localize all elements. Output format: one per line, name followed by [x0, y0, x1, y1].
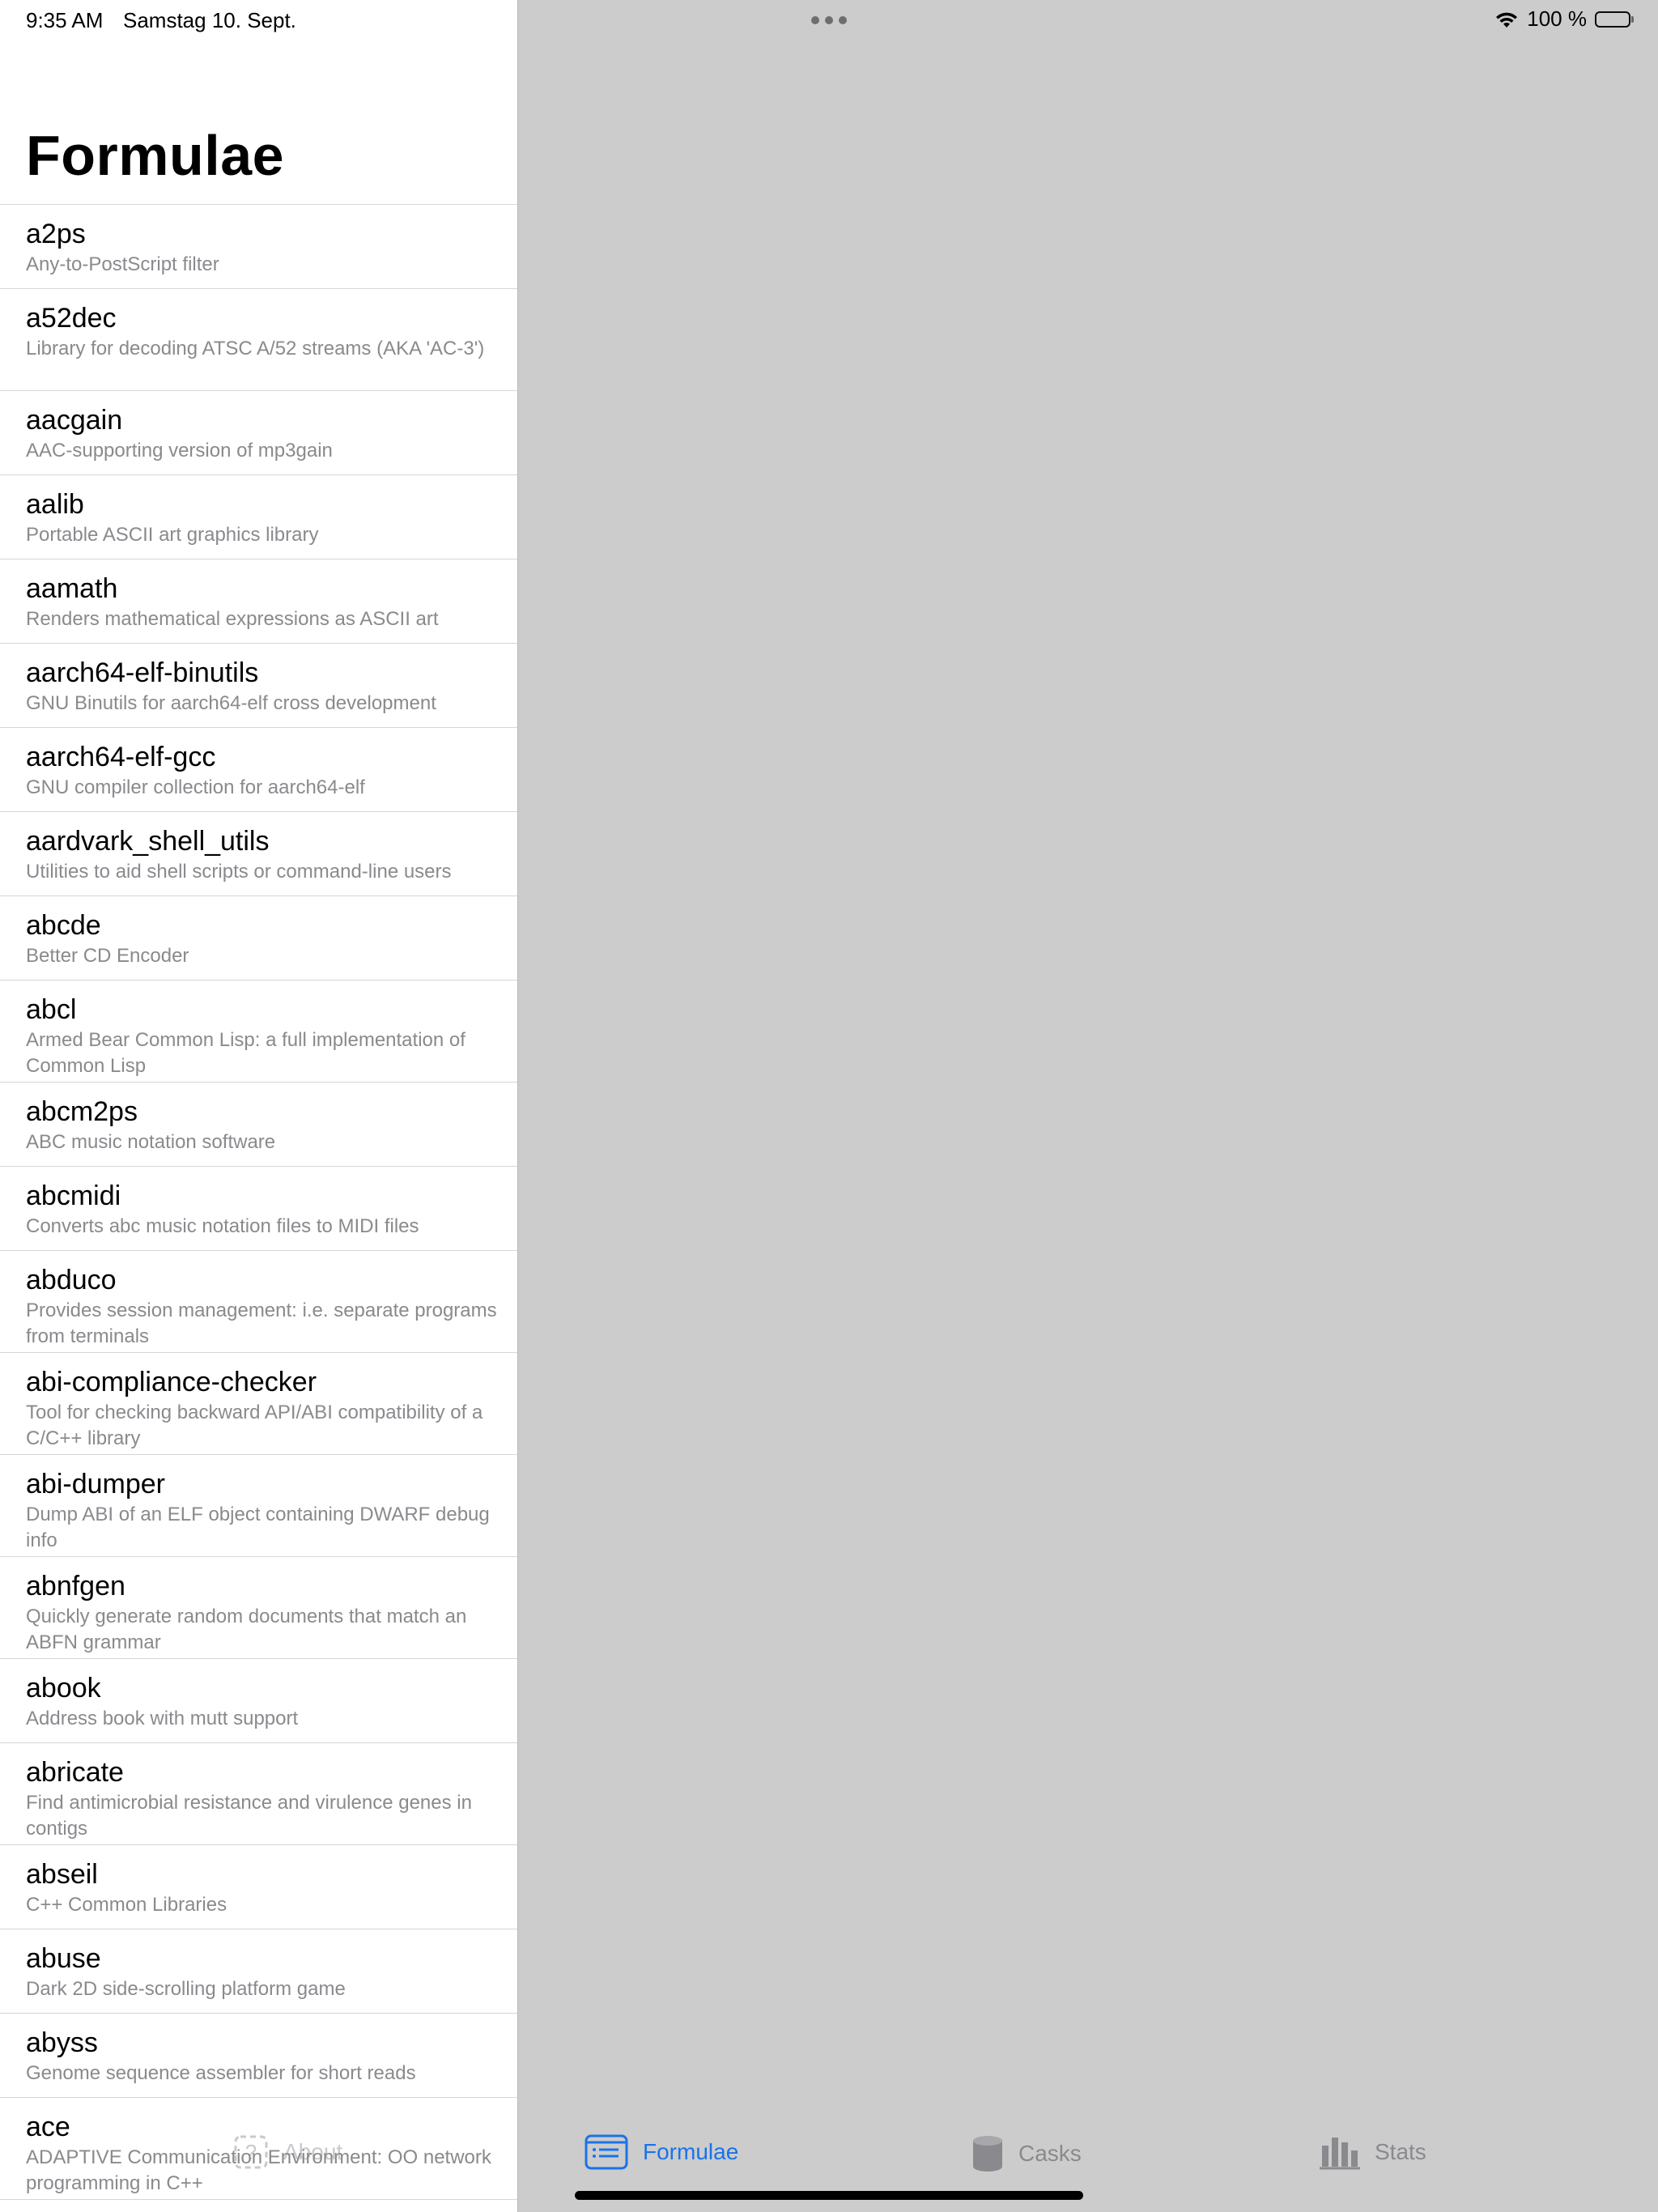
formula-description: Genome sequence assembler for short read…	[26, 2062, 416, 2084]
more-dots-icon[interactable]	[811, 16, 847, 24]
formula-name: abduco	[26, 1265, 117, 1295]
list-item[interactable]: aalib Portable ASCII art graphics library	[0, 475, 517, 559]
battery-percentage: 100 %	[1527, 6, 1587, 31]
formula-name: abcm2ps	[26, 1096, 138, 1127]
formula-name: abricate	[26, 1757, 124, 1788]
list-item[interactable]: abricate Find antimicrobial resistance an…	[0, 1743, 517, 1845]
list-item[interactable]: abyss Genome sequence assembler for short…	[0, 2014, 517, 2098]
svg-text:?: ?	[245, 2140, 257, 2164]
formula-name: aarch64-elf-binutils	[26, 657, 259, 688]
list-item[interactable]: a52dec Library for decoding ATSC A/52 str…	[0, 289, 517, 391]
formula-description: Quickly generate random documents that m…	[26, 1606, 467, 1653]
list-item[interactable]: abcm2ps ABC music notation software	[0, 1083, 517, 1167]
formula-description: Any-to-PostScript filter	[26, 253, 219, 275]
battery-icon	[1595, 11, 1634, 28]
formula-description: Find antimicrobial resistance and virule…	[26, 1792, 472, 1840]
formula-name: aamath	[26, 573, 118, 604]
formula-name: abcl	[26, 994, 77, 1025]
formula-name: abi-dumper	[26, 1469, 165, 1499]
list-item[interactable]: abcde Better CD Encoder	[0, 896, 517, 981]
formula-list[interactable]: a2ps Any-to-PostScript filter a52dec Librar…	[0, 204, 517, 2200]
formula-name: a52dec	[26, 303, 117, 334]
list-icon	[585, 2134, 628, 2170]
list-item[interactable]: abook Address book with mutt support	[0, 1659, 517, 1743]
cylinder-icon	[971, 2134, 1004, 2173]
question-icon: ?	[233, 2134, 269, 2170]
formula-name: aarch64-elf-gcc	[26, 742, 216, 772]
tab-casks[interactable]: Casks	[971, 2134, 1082, 2173]
wifi-icon	[1494, 10, 1519, 29]
formula-name: aalib	[26, 489, 84, 520]
formula-description: GNU compiler collection for aarch64-elf	[26, 776, 365, 798]
list-item[interactable]: aardvark_shell_utils Utilities to aid she…	[0, 812, 517, 896]
list-item[interactable]: aamath Renders mathematical expressions a…	[0, 559, 517, 644]
sidebar: Formulae a2ps Any-to-PostScript filter a52…	[0, 0, 518, 2212]
home-indicator	[575, 2191, 1083, 2200]
formula-name: a2ps	[26, 219, 86, 249]
formula-description: Dark 2D side-scrolling platform game	[26, 1978, 346, 2000]
formula-name: abcde	[26, 910, 101, 941]
formula-description: GNU Binutils for aarch64-elf cross devel…	[26, 692, 436, 714]
tab-about-label: About	[283, 2139, 343, 2164]
formula-name: abook	[26, 1673, 101, 1704]
tab-casks-label: Casks	[1018, 2141, 1082, 2166]
formula-name: abyss	[26, 2027, 98, 2058]
formula-description: AAC-supporting version of mp3gain	[26, 440, 333, 462]
tab-formulae-label: Formulae	[643, 2139, 739, 2164]
status-bar: 9:35 AM Samstag 10. Sept. 100 %	[0, 0, 1658, 39]
formula-description: Utilities to aid shell scripts or comman…	[26, 861, 452, 883]
formula-name: aacgain	[26, 405, 123, 436]
formula-name: abcmidi	[26, 1180, 121, 1211]
list-item[interactable]: aacgain AAC-supporting version of mp3gain	[0, 391, 517, 475]
formula-description: Converts abc music notation files to MID…	[26, 1215, 419, 1237]
tab-stats-label: Stats	[1375, 2139, 1426, 2164]
status-indicators: 100 %	[1494, 6, 1634, 32]
list-item[interactable]: abi-dumper Dump ABI of an ELF object cont…	[0, 1455, 517, 1557]
formula-name: abuse	[26, 1943, 101, 1974]
formula-name: abi-compliance-checker	[26, 1367, 317, 1397]
list-item[interactable]: aarch64-elf-gcc GNU compiler collection f…	[0, 728, 517, 812]
tab-about[interactable]: ? About	[233, 2134, 342, 2170]
formula-name: abseil	[26, 1859, 98, 1890]
formula-description: Dump ABI of an ELF object containing DWA…	[26, 1504, 490, 1551]
bar-chart-icon	[1320, 2134, 1360, 2170]
formula-description: C++ Common Libraries	[26, 1894, 227, 1916]
tab-stats[interactable]: Stats	[1320, 2134, 1426, 2170]
list-item[interactable]: abi-compliance-checker Tool for checking …	[0, 1353, 517, 1455]
page-title: Formulae	[26, 124, 285, 187]
list-item[interactable]: abuse Dark 2D side-scrolling platform gam…	[0, 1929, 517, 2014]
formula-name: aardvark_shell_utils	[26, 826, 270, 857]
status-date: Samstag 10. Sept.	[123, 8, 296, 32]
list-item[interactable]: abcl Armed Bear Common Lisp: a full imple…	[0, 981, 517, 1083]
formula-description: Address book with mutt support	[26, 1708, 299, 1729]
list-item[interactable]: abseil C++ Common Libraries	[0, 1845, 517, 1929]
tab-formulae[interactable]: Formulae	[585, 2134, 738, 2170]
list-item[interactable]: abcmidi Converts abc music notation files…	[0, 1167, 517, 1251]
formula-description: Provides session management: i.e. separa…	[26, 1300, 497, 1347]
formula-description: Library for decoding ATSC A/52 streams (…	[26, 338, 485, 359]
formula-description: Tool for checking backward API/ABI compa…	[26, 1402, 483, 1449]
list-item[interactable]: abduco Provides session management: i.e. …	[0, 1251, 517, 1353]
formula-name: abnfgen	[26, 1571, 125, 1602]
formula-description: Renders mathematical expressions as ASCI…	[26, 608, 439, 630]
formula-description: Portable ASCII art graphics library	[26, 524, 319, 546]
status-time: 9:35 AM	[26, 8, 104, 32]
list-item[interactable]: a2ps Any-to-PostScript filter	[0, 205, 517, 289]
formula-description: ABC music notation software	[26, 1131, 276, 1153]
list-item[interactable]: aarch64-elf-binutils GNU Binutils for aar…	[0, 644, 517, 728]
list-item[interactable]: abnfgen Quickly generate random documents…	[0, 1557, 517, 1659]
formula-description: Armed Bear Common Lisp: a full implement…	[26, 1029, 466, 1077]
formula-description: Better CD Encoder	[26, 945, 189, 967]
